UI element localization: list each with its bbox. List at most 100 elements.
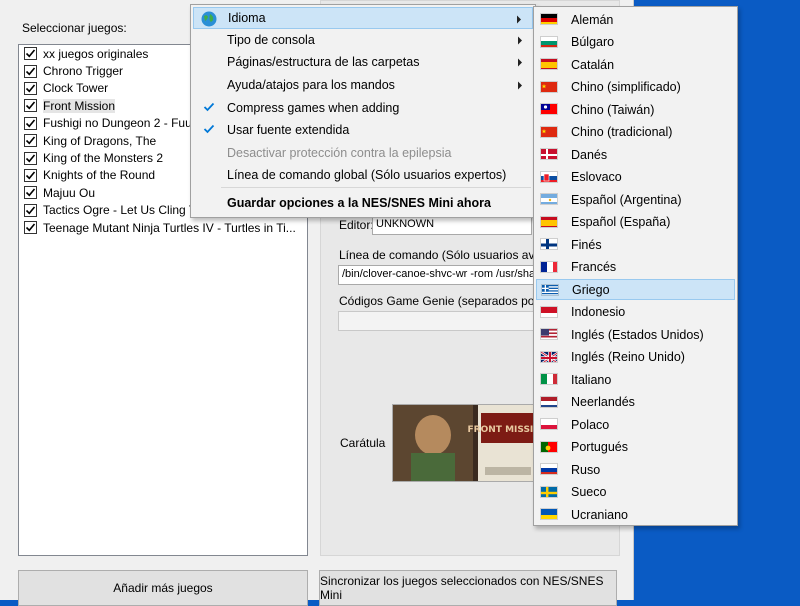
language-item-ingles-estados-unidos[interactable]: Inglés (Estados Unidos) — [536, 324, 735, 345]
menu-item-ayuda-atajos-para-los-mandos[interactable]: Ayuda/atajos para los mandos — [193, 74, 533, 96]
language-item-danes[interactable]: Danés — [536, 144, 735, 165]
game-list-item[interactable]: Teenage Mutant Ninja Turtles IV - Turtle… — [19, 219, 307, 236]
language-item-fines[interactable]: Finés — [536, 234, 735, 255]
menu-item-linea-de-comando-global-solo-usuarios-ex[interactable]: Línea de comando global (Sólo usuarios e… — [193, 164, 533, 186]
menu-item-compress-games-when-adding[interactable]: Compress games when adding — [193, 97, 533, 119]
language-label: Chino (Taiwán) — [571, 103, 654, 117]
language-item-portugues[interactable]: Portugués — [536, 437, 735, 458]
language-item-griego[interactable]: Griego — [536, 279, 735, 300]
flag-fr-icon — [540, 261, 558, 273]
menu-item-paginas-estructura-de-las-carpetas[interactable]: Páginas/estructura de las carpetas — [193, 51, 533, 73]
language-label: Alemán — [571, 13, 613, 27]
globe-icon — [200, 10, 218, 31]
language-item-catalan[interactable]: Catalán — [536, 54, 735, 75]
flag-sk-icon — [540, 171, 558, 183]
game-checkbox[interactable] — [24, 82, 37, 95]
flag-it-icon — [540, 373, 558, 385]
games-list-label: Seleccionar juegos: — [22, 21, 127, 35]
menu-item-label: Páginas/estructura de las carpetas — [227, 55, 419, 69]
language-label: Danés — [571, 148, 607, 162]
language-item-indonesio[interactable]: Indonesio — [536, 302, 735, 323]
language-label: Portugués — [571, 440, 628, 454]
game-name: xx juegos originales — [43, 47, 148, 61]
language-label: Inglés (Reino Unido) — [571, 350, 685, 364]
flag-de-icon — [540, 13, 558, 25]
game-name: Chrono Trigger — [43, 64, 123, 78]
flag-pt-icon — [540, 441, 558, 453]
menu-item-tipo-de-consola[interactable]: Tipo de consola — [193, 29, 533, 51]
game-checkbox[interactable] — [24, 117, 37, 130]
flag-se-icon — [540, 486, 558, 498]
game-name: Knights of the Round — [43, 168, 155, 182]
language-item-italiano[interactable]: Italiano — [536, 369, 735, 390]
menu-item-label: Compress games when adding — [227, 101, 399, 115]
menu-item-label: Guardar opciones a la NES/SNES Mini ahor… — [227, 196, 491, 210]
menu-item-label: Desactivar protección contra la epilepsi… — [227, 146, 451, 160]
language-label: Inglés (Estados Unidos) — [571, 328, 704, 342]
language-item-espanol-espana[interactable]: Español (España) — [536, 212, 735, 233]
game-checkbox[interactable] — [24, 204, 37, 217]
cover-label: Carátula — [340, 436, 385, 450]
language-label: Griego — [572, 283, 610, 297]
flag-bg-icon — [540, 36, 558, 48]
flag-gr-icon — [541, 284, 559, 296]
menu-item-usar-fuente-extendida[interactable]: Usar fuente extendida — [193, 119, 533, 141]
language-label: Neerlandés — [571, 395, 635, 409]
language-label: Indonesio — [571, 305, 625, 319]
flag-ar-icon — [540, 193, 558, 205]
language-label: Eslovaco — [571, 170, 622, 184]
language-item-chino-simplificado[interactable]: Chino (simplificado) — [536, 77, 735, 98]
game-checkbox[interactable] — [24, 186, 37, 199]
game-checkbox[interactable] — [24, 47, 37, 60]
language-item-sueco[interactable]: Sueco — [536, 482, 735, 503]
menu-item-idioma[interactable]: Idioma — [193, 7, 533, 29]
editor-input[interactable]: UNKNOWN — [372, 215, 532, 235]
game-genie-input[interactable] — [338, 311, 534, 331]
game-checkbox[interactable] — [24, 134, 37, 147]
menu-item-label: Tipo de consola — [227, 33, 315, 47]
menu-item-guardar-opciones-a-la-nes-snes-mini-ahor[interactable]: Guardar opciones a la NES/SNES Mini ahor… — [193, 192, 533, 214]
cover-art-image[interactable]: FRONT MISSION — [392, 404, 537, 482]
game-checkbox[interactable] — [24, 99, 37, 112]
language-item-polaco[interactable]: Polaco — [536, 414, 735, 435]
flag-tw-icon — [540, 103, 558, 115]
sync-button[interactable]: Sincronizar los juegos seleccionados con… — [319, 570, 617, 606]
language-submenu: Alemán BúlgaroCatalán Chino (simplificado)… — [533, 6, 738, 526]
language-item-ruso[interactable]: Ruso — [536, 459, 735, 480]
game-name: Majuu Ou — [43, 186, 95, 200]
language-label: Chino (tradicional) — [571, 125, 672, 139]
language-label: Italiano — [571, 373, 611, 387]
flag-pl-icon — [540, 418, 558, 430]
game-checkbox[interactable] — [24, 152, 37, 165]
flag-id-icon — [540, 306, 558, 318]
cover-title-text: FRONT MISSION — [468, 425, 537, 435]
game-name: Front Mission — [43, 99, 115, 113]
game-name: Fushigi no Dungeon 2 - Fuurai — [43, 116, 205, 130]
game-checkbox[interactable] — [24, 221, 37, 234]
menu-item-label: Línea de comando global (Sólo usuarios e… — [227, 168, 506, 182]
flag-gb-icon — [540, 351, 558, 363]
language-item-aleman[interactable]: Alemán — [536, 9, 735, 30]
language-item-chino-tradicional[interactable]: Chino (tradicional) — [536, 122, 735, 143]
submenu-arrow-icon — [517, 56, 523, 70]
menu-item-desactivar-proteccion-contra-la-epilepsi: Desactivar protección contra la epilepsi… — [193, 142, 533, 164]
language-item-ucraniano[interactable]: Ucraniano — [536, 504, 735, 525]
language-label: Ruso — [571, 463, 600, 477]
submenu-arrow-icon — [517, 34, 523, 48]
flag-fi-icon — [540, 238, 558, 250]
game-checkbox[interactable] — [24, 169, 37, 182]
flag-es-icon — [540, 58, 558, 70]
language-item-eslovaco[interactable]: Eslovaco — [536, 167, 735, 188]
language-label: Polaco — [571, 418, 609, 432]
language-label: Chino (simplificado) — [571, 80, 681, 94]
language-item-bulgaro[interactable]: Búlgaro — [536, 32, 735, 53]
language-item-espanol-argentina[interactable]: Español (Argentina) — [536, 189, 735, 210]
language-item-neerlandes[interactable]: Neerlandés — [536, 392, 735, 413]
game-checkbox[interactable] — [24, 65, 37, 78]
language-item-chino-taiwan[interactable]: Chino (Taiwán) — [536, 99, 735, 120]
add-games-button[interactable]: Añadir más juegos — [18, 570, 308, 606]
language-item-frances[interactable]: Francés — [536, 257, 735, 278]
command-line-input[interactable]: /bin/clover-canoe-shvc-wr -rom /usr/sha — [338, 265, 534, 285]
flag-nl-icon — [540, 396, 558, 408]
language-item-ingles-reino-unido[interactable]: Inglés (Reino Unido) — [536, 347, 735, 368]
